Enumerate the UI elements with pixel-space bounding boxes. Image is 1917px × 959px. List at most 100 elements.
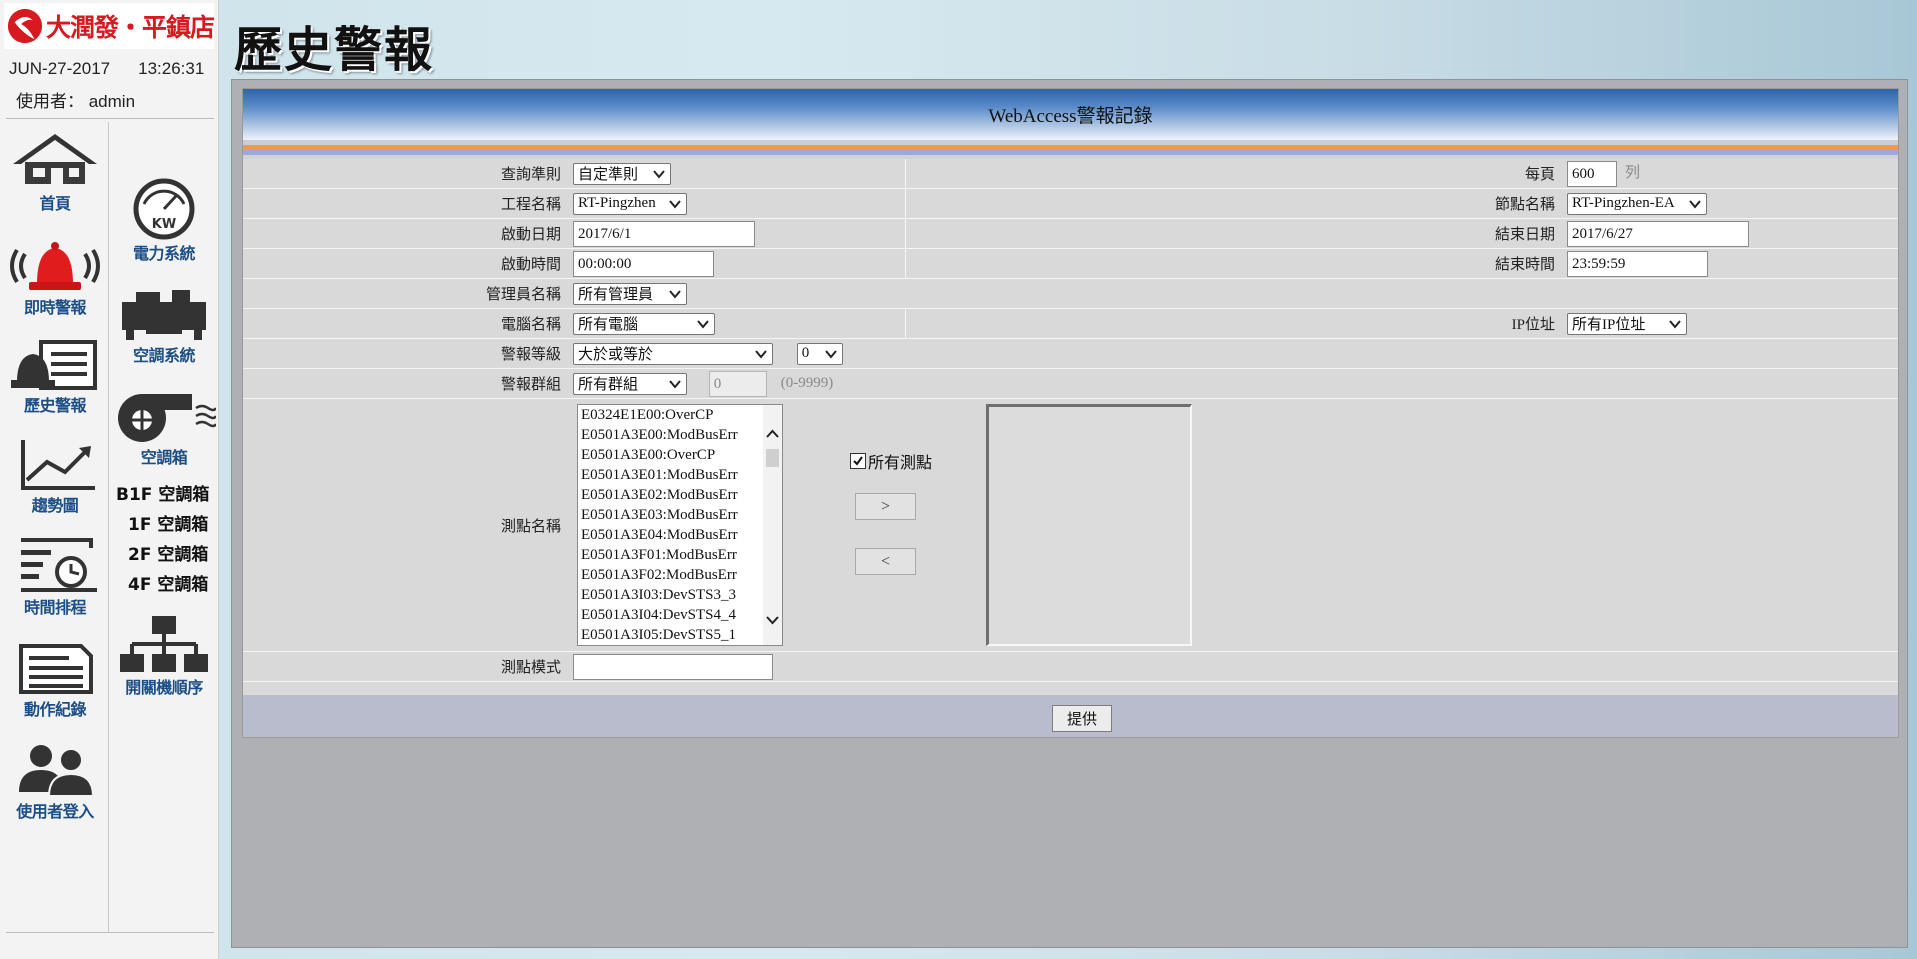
per-page-input[interactable]: 600 (1567, 160, 1617, 187)
history-alarm-icon (11, 340, 97, 390)
chiller-icon (122, 290, 206, 340)
session-time: 13:26:31 (138, 59, 205, 78)
alarm-group-number-input[interactable]: 0 (708, 370, 767, 397)
nav-label-hvac-system: 空調系統 (132, 346, 196, 365)
action-log-icon (19, 644, 93, 694)
sub-link-2f-ahu[interactable]: 2F 空調箱 (128, 540, 208, 565)
nav-item-power-system[interactable]: KW 電力系統 (114, 178, 214, 264)
form-row-project: 工程名稱 RT-Pingzhen 節點名稱 RT-Pingzhen-EA (243, 188, 1898, 219)
home-icon (13, 134, 97, 184)
all-tags-checkbox-wrap[interactable]: 所有測點 (850, 449, 932, 473)
per-page-label: 每頁 (905, 159, 1567, 189)
alarm-level-operator-select[interactable]: 大於或等於 (573, 342, 773, 365)
power-meter-icon: KW (133, 178, 195, 240)
nav-item-schedule[interactable]: 時間排程 (6, 536, 104, 618)
ip-label: IP位址 (905, 308, 1567, 339)
nav-item-history-alarm[interactable]: 歷史警報 (6, 338, 104, 416)
node-label: 節點名稱 (905, 188, 1567, 219)
nav-label-trend: 趨勢圖 (31, 496, 79, 515)
tag-list-item[interactable]: E0501A3I03:DevSTS3_3 (578, 585, 782, 605)
alarm-level-value-select[interactable]: 0 (796, 342, 843, 365)
form-grid: 查詢準則 自定準則 每頁 600 列 工程名稱 RT-Pingzhen 節點名稱 … (243, 159, 1898, 682)
nav-label-power-sequence: 開關機順序 (125, 678, 203, 697)
project-select[interactable]: RT-Pingzhen (573, 192, 687, 215)
tag-list-item[interactable]: E0501A3E00:ModBusErr (578, 425, 782, 445)
query-rule-label: 查詢準則 (243, 159, 573, 189)
start-date-label: 啟動日期 (243, 218, 573, 249)
nav-label-home: 首頁 (39, 194, 71, 213)
nav-label-air-handler: 空調箱 (140, 448, 188, 467)
alarm-group-select[interactable]: 所有群組 (573, 372, 687, 395)
nav-item-realtime-alarm[interactable]: 即時警報 (6, 236, 104, 318)
tag-list-item[interactable]: E0501A3I05:DevSTS5_1 (578, 625, 782, 645)
end-time-input[interactable]: 23:59:59 (1567, 250, 1708, 277)
computer-value: 所有電腦 (578, 317, 639, 333)
nav-item-hvac-system[interactable]: 空調系統 (114, 286, 214, 366)
tags-label: 測點名稱 (243, 398, 573, 652)
session-user: 使用者： admin (16, 92, 136, 111)
all-tags-checkbox[interactable] (850, 453, 866, 469)
air-handler-fan-icon (118, 394, 216, 442)
chevron-down-icon (669, 289, 681, 299)
tag-source-list[interactable]: E0324E1E00:OverCP E0501A3E00:ModBusErr E05… (577, 404, 783, 646)
ip-select[interactable]: 所有IP位址 (1567, 312, 1687, 335)
query-rule-select[interactable]: 自定準則 (573, 162, 671, 185)
nav-item-user-login[interactable]: 使用者登入 (6, 742, 104, 822)
remove-tag-button[interactable]: < (855, 548, 916, 575)
nav-label-history-alarm: 歷史警報 (23, 396, 87, 415)
all-tags-label: 所有測點 (868, 455, 933, 472)
submit-row: 提供 (243, 695, 1898, 737)
session-date: JUN-27-2017 (9, 59, 111, 78)
ip-value: 所有IP位址 (1572, 317, 1646, 333)
sub-link-b1f-ahu[interactable]: B1F 空調箱 (116, 480, 209, 505)
tag-list-item[interactable]: E0501A3F01:ModBusErr (578, 545, 782, 565)
end-date-input[interactable]: 2017/6/27 (1567, 220, 1749, 247)
page-title: 歷史警報 (234, 22, 435, 78)
per-page-unit: 列 (1625, 164, 1641, 181)
sub-link-4f-ahu[interactable]: 4F 空調箱 (128, 570, 208, 595)
add-tag-button[interactable]: > (855, 493, 916, 520)
project-value: RT-Pingzhen (578, 195, 656, 211)
nav-item-trend[interactable]: 趨勢圖 (6, 436, 104, 516)
tag-list-item[interactable]: E0501A3E04:ModBusErr (578, 525, 782, 545)
start-date-input[interactable]: 2017/6/1 (573, 220, 755, 247)
nav-label-user-login: 使用者登入 (16, 802, 94, 821)
brand-name: 大潤發・平鎮店 (45, 13, 215, 42)
sub-link-1f-ahu[interactable]: 1F 空調箱 (128, 510, 208, 535)
tag-list-item[interactable]: E0501A3E00:OverCP (578, 445, 782, 465)
main-panel: WebAccess警報記錄 查詢準則 自定準則 每頁 600 列 工程名稱 RT… (231, 79, 1908, 948)
tag-selected-list[interactable] (986, 404, 1192, 646)
nav-label-power-system: 電力系統 (132, 244, 196, 263)
tag-list-item[interactable]: E0501A3I04:DevSTS4_4 (578, 605, 782, 625)
submit-button[interactable]: 提供 (1052, 705, 1112, 732)
computer-select[interactable]: 所有電腦 (573, 312, 715, 335)
brand-logo[interactable]: 大潤發・平鎮店 (4, 3, 215, 49)
form-row-time: 啟動時間 00:00:00 結束時間 23:59:59 (243, 248, 1898, 279)
chevron-down-icon (653, 169, 665, 179)
start-time-input[interactable]: 00:00:00 (573, 250, 714, 277)
tag-list-item[interactable]: E0501A3E03:ModBusErr (578, 505, 782, 525)
nav-label-realtime-alarm: 即時警報 (23, 298, 87, 317)
tag-list-item[interactable]: E0324E1E00:OverCP (578, 405, 782, 425)
admin-select[interactable]: 所有管理員 (573, 282, 687, 305)
tag-list-scrollbar[interactable] (763, 405, 782, 645)
tag-pattern-input[interactable] (573, 653, 773, 680)
node-select[interactable]: RT-Pingzhen-EA (1567, 192, 1707, 215)
nav-label-action-log: 動作紀錄 (23, 700, 87, 719)
sidebar-divider (6, 118, 214, 119)
tag-list-item[interactable]: E0501A3E02:ModBusErr (578, 485, 782, 505)
nav-item-air-handler[interactable]: 空調箱 (112, 392, 216, 468)
nav-item-action-log[interactable]: 動作紀錄 (6, 642, 104, 720)
nav-item-home[interactable]: 首頁 (6, 130, 104, 214)
scrollbar-thumb[interactable] (766, 449, 779, 467)
chevron-up-icon[interactable] (763, 425, 782, 443)
chevron-down-icon (697, 319, 709, 329)
query-rule-value: 自定準則 (578, 167, 639, 183)
tag-list-item[interactable]: E0501A3E01:ModBusErr (578, 465, 782, 485)
form-row-alarm-level: 警報等級 大於或等於 0 (243, 338, 1898, 369)
end-time-label: 結束時間 (905, 248, 1567, 279)
sidebar-divider-bottom (6, 932, 214, 933)
tag-list-item[interactable]: E0501A3F02:ModBusErr (578, 565, 782, 585)
chevron-down-icon[interactable] (763, 611, 782, 629)
nav-item-power-sequence[interactable]: 開關機順序 (112, 614, 216, 698)
